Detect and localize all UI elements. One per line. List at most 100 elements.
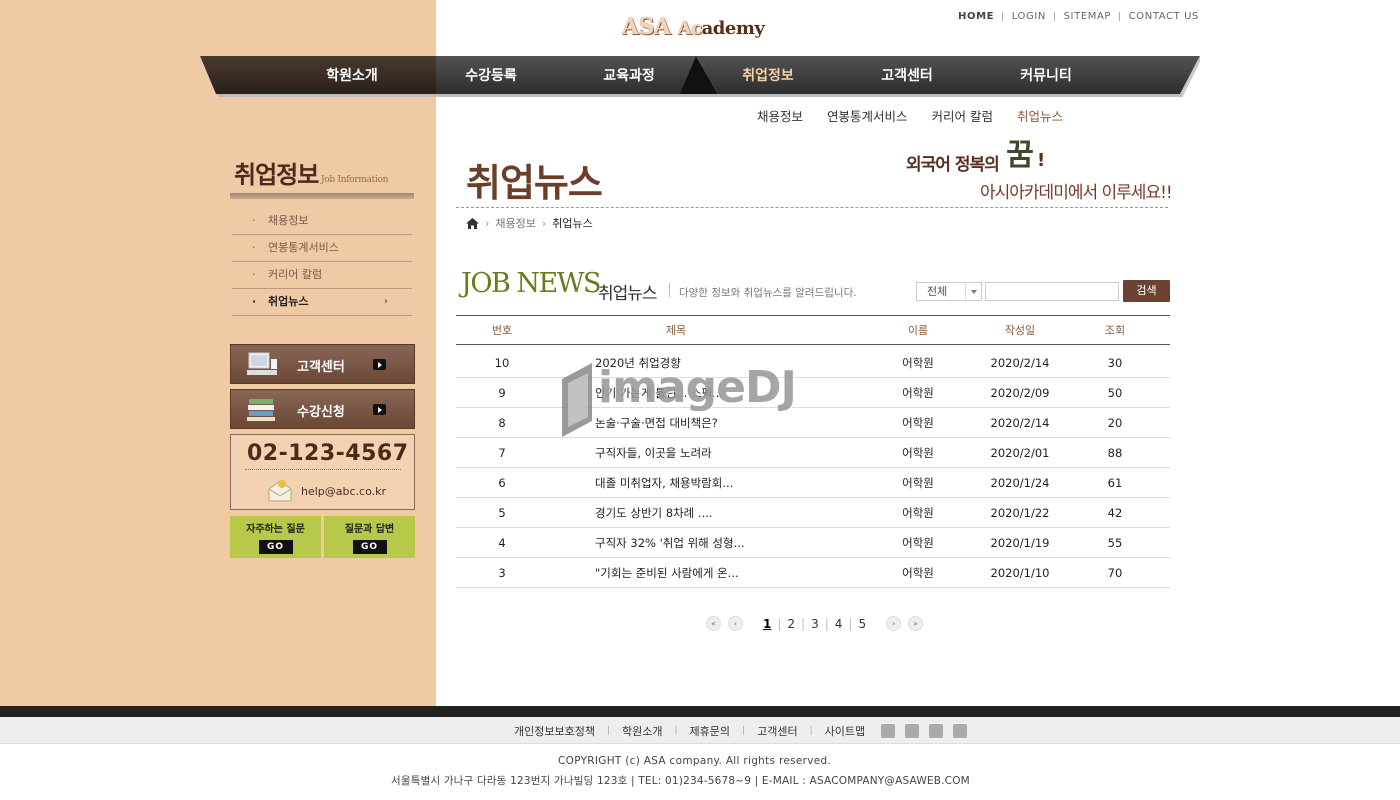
subnav-item-career-column[interactable]: 커리어 칼럼 bbox=[932, 106, 993, 125]
sitemap-link[interactable]: SITEMAP bbox=[1064, 11, 1111, 22]
footer-link-privacy[interactable]: 개인정보보호정책 bbox=[514, 723, 595, 739]
separator: | bbox=[1001, 11, 1005, 22]
nav-item-community[interactable]: 커뮤니티 bbox=[991, 56, 1101, 96]
header-views: 조회 bbox=[1104, 324, 1126, 337]
instagram-icon[interactable] bbox=[929, 724, 944, 738]
email-address[interactable]: help@abc.co.kr bbox=[301, 485, 386, 498]
section-title-kr: 취업뉴스 bbox=[598, 284, 658, 304]
sidebar-title: 취업정보 bbox=[234, 161, 319, 189]
search-input[interactable] bbox=[985, 282, 1119, 301]
cell-name: 어학원 bbox=[902, 416, 934, 430]
section-title-en: JOB NEWS bbox=[461, 268, 601, 299]
qna-button[interactable]: 질문과 답변 GO bbox=[324, 516, 415, 558]
cell-num: 3 bbox=[498, 566, 506, 580]
subnav-item-recruit[interactable]: 채용정보 bbox=[757, 106, 803, 125]
subnav-item-salary[interactable]: 연봉통계서비스 bbox=[827, 106, 908, 125]
subnav-item-job-news[interactable]: 취업뉴스 bbox=[1017, 106, 1063, 125]
home-icon[interactable] bbox=[466, 217, 479, 229]
table-row[interactable]: 4 구직자 32% '취업 위해 성형... 어학원 2020/1/19 55 bbox=[456, 528, 1170, 558]
facebook-icon[interactable] bbox=[905, 724, 920, 738]
page-link[interactable]: 4 bbox=[829, 617, 849, 631]
footer-link-partnership[interactable]: 제휴문의 bbox=[690, 723, 730, 739]
section-description: 다양한 정보와 취업뉴스를 알려드립니다. bbox=[679, 287, 857, 299]
page-link[interactable]: 2 bbox=[781, 617, 801, 631]
chevron-right-icon: › bbox=[383, 296, 388, 307]
chevron-right-icon: › bbox=[485, 216, 490, 230]
first-page-button[interactable]: « bbox=[706, 616, 721, 631]
twitter-icon[interactable] bbox=[881, 724, 896, 738]
footer-link-support[interactable]: 고객센터 bbox=[757, 723, 797, 739]
cell-title[interactable]: 대졸 미취업자, 채용박람회... bbox=[595, 468, 733, 498]
course-signup-button[interactable]: 수강신청 bbox=[230, 389, 415, 429]
cell-date: 2020/2/14 bbox=[990, 416, 1050, 430]
asa-academy-logo[interactable]: ASA Academy bbox=[622, 14, 765, 40]
nav-item-jobs[interactable]: 취업정보 bbox=[713, 56, 823, 96]
page-link-current[interactable]: 1 bbox=[757, 617, 777, 631]
cell-views: 70 bbox=[1107, 566, 1123, 580]
sidebar-item-job-news[interactable]: 취업뉴스 › bbox=[232, 289, 412, 316]
cell-title[interactable]: 경기도 상반기 8차례 .... bbox=[595, 498, 713, 528]
cell-name: 어학원 bbox=[902, 476, 934, 490]
cell-num: 4 bbox=[498, 536, 506, 550]
cell-views: 30 bbox=[1107, 356, 1123, 370]
footer-link-about[interactable]: 학원소개 bbox=[622, 723, 662, 739]
sidebar-item-salary[interactable]: 연봉통계서비스 bbox=[232, 235, 412, 262]
cell-title[interactable]: 구직자 32% '취업 위해 성형... bbox=[595, 528, 745, 558]
cell-name: 어학원 bbox=[902, 536, 934, 550]
prev-page-button[interactable]: ‹ bbox=[728, 616, 743, 631]
cell-name: 어학원 bbox=[902, 356, 934, 370]
slogan-line-2: 아시아카데미에서 이루세요!! bbox=[980, 183, 1173, 203]
search-filter-select[interactable]: 전체 bbox=[916, 282, 982, 301]
customer-center-button[interactable]: 고객센터 bbox=[230, 344, 415, 384]
nav-item-about[interactable]: 학원소개 bbox=[297, 56, 407, 96]
header-title: 제목 bbox=[665, 324, 687, 337]
sidebar-item-career-column[interactable]: 커리어 칼럼 bbox=[232, 262, 412, 289]
sidebar-item-recruit[interactable]: 채용정보 bbox=[232, 208, 412, 235]
footer-top-bar bbox=[0, 706, 1400, 717]
page-link[interactable]: 5 bbox=[852, 617, 872, 631]
cell-name: 어학원 bbox=[902, 566, 934, 580]
arrow-right-icon bbox=[373, 359, 386, 370]
cell-date: 2020/1/10 bbox=[990, 566, 1050, 580]
go-badge: GO bbox=[352, 540, 387, 554]
nav-item-registration[interactable]: 수강등록 bbox=[436, 56, 546, 96]
divider bbox=[245, 469, 401, 470]
table-row[interactable]: 10 2020년 취업경향 어학원 2020/2/14 30 bbox=[456, 348, 1170, 378]
footer-link-sitemap[interactable]: 사이트맵 bbox=[825, 723, 865, 739]
cell-name: 어학원 bbox=[902, 506, 934, 520]
cell-title[interactable]: 구직자들, 이곳을 노려라 bbox=[595, 438, 712, 468]
last-page-button[interactable]: » bbox=[908, 616, 924, 631]
home-link[interactable]: HOME bbox=[958, 11, 994, 22]
search-button[interactable]: 검색 bbox=[1123, 280, 1170, 302]
contact-link[interactable]: CONTACT US bbox=[1129, 11, 1199, 22]
faq-label: 자주하는 질문 bbox=[246, 524, 305, 535]
table-row[interactable]: 9 인기 가는게 틀린... 스펙... 어학원 2020/2/09 50 bbox=[456, 378, 1170, 408]
table-row[interactable]: 8 논술·구술·면접 대비책은? 어학원 2020/2/14 20 bbox=[456, 408, 1170, 438]
cell-title[interactable]: "기회는 준비된 사람에게 온... bbox=[595, 558, 739, 588]
divider bbox=[669, 283, 670, 297]
table-row[interactable]: 7 구직자들, 이곳을 노려라 어학원 2020/2/01 88 bbox=[456, 438, 1170, 468]
page-link[interactable]: 3 bbox=[805, 617, 825, 631]
login-link[interactable]: LOGIN bbox=[1012, 11, 1046, 22]
next-page-button[interactable]: › bbox=[886, 616, 902, 631]
table-row[interactable]: 3 "기회는 준비된 사람에게 온... 어학원 2020/1/10 70 bbox=[456, 558, 1170, 588]
sidebar-item-label: 커리어 칼럼 bbox=[268, 268, 323, 281]
separator: | bbox=[674, 726, 678, 736]
blog-icon[interactable] bbox=[953, 724, 968, 738]
table-header: 번호 제목 이름 작성일 조회 bbox=[456, 315, 1170, 345]
faq-button[interactable]: 자주하는 질문 GO bbox=[230, 516, 321, 558]
nav-item-support[interactable]: 고객센터 bbox=[852, 56, 962, 96]
cell-date: 2020/1/19 bbox=[990, 536, 1050, 550]
cell-date: 2020/1/22 bbox=[990, 506, 1050, 520]
cell-num: 9 bbox=[498, 386, 506, 400]
sidebar-menu: 채용정보 연봉통계서비스 커리어 칼럼 취업뉴스 › bbox=[232, 208, 412, 316]
table-row[interactable]: 6 대졸 미취업자, 채용박람회... 어학원 2020/1/24 61 bbox=[456, 468, 1170, 498]
phone-number: 02-123-4567 bbox=[247, 441, 409, 466]
header-name: 이름 bbox=[907, 324, 929, 337]
separator: | bbox=[1118, 11, 1122, 22]
breadcrumb-item[interactable]: 채용정보 bbox=[495, 215, 535, 231]
address-text: 서울특별시 가나구 다라동 123번지 가나빌딩 123호 | TEL: 01)… bbox=[391, 775, 970, 787]
cell-date: 2020/2/14 bbox=[990, 356, 1050, 370]
table-row[interactable]: 5 경기도 상반기 8차례 .... 어학원 2020/1/22 42 bbox=[456, 498, 1170, 528]
nav-item-courses[interactable]: 교육과정 bbox=[574, 56, 684, 96]
